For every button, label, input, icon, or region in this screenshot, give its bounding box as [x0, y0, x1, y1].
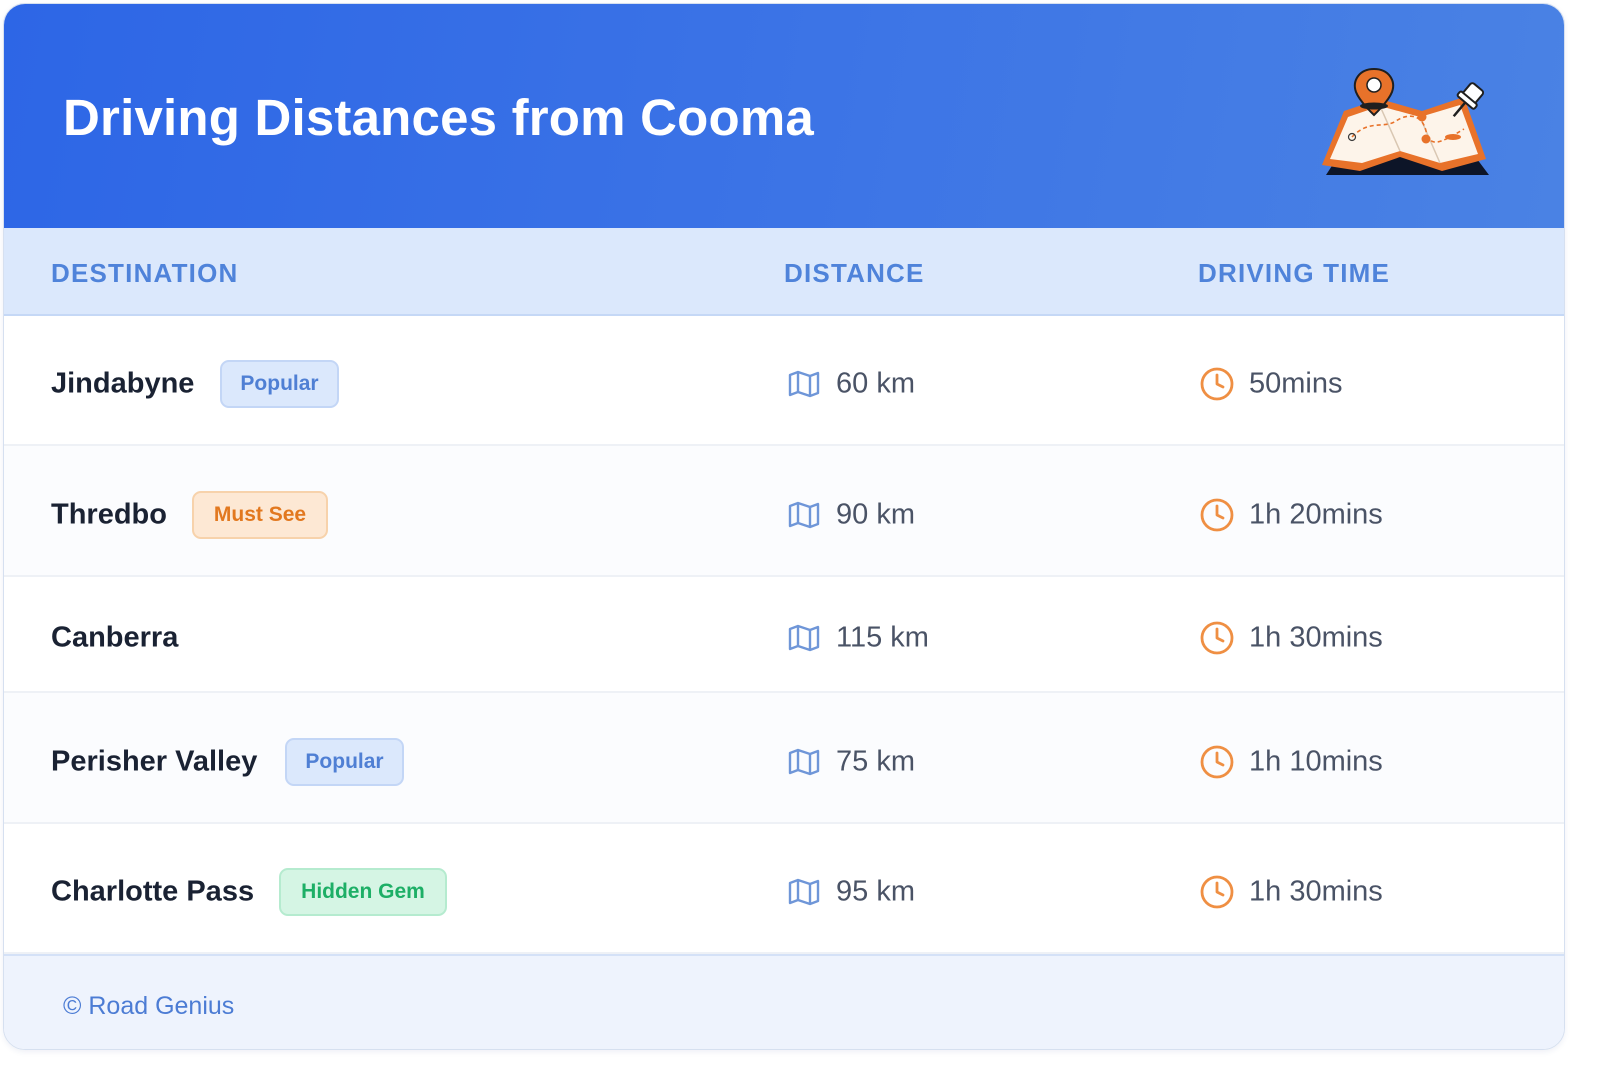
driving-time-value: 1h 30mins — [1249, 621, 1383, 654]
map-icon — [788, 624, 820, 652]
clock-icon — [1200, 875, 1234, 909]
driving-time-value: 50mins — [1249, 367, 1343, 400]
column-header-distance[interactable]: DISTANCE — [784, 258, 925, 289]
driving-time-value: 1h 30mins — [1249, 875, 1383, 908]
distance-value: 95 km — [836, 875, 915, 908]
badge-hidden-gem: Hidden Gem — [279, 868, 447, 916]
column-header-driving-time[interactable]: DRIVING TIME — [1198, 258, 1390, 289]
clock-icon — [1200, 367, 1234, 401]
destination-name: Canberra — [51, 621, 179, 654]
clock-icon — [1200, 621, 1234, 655]
badge-popular: Popular — [285, 738, 404, 786]
card-footer: © Road Genius — [4, 954, 1564, 1049]
map-icon — [788, 501, 820, 529]
table-row[interactable]: Thredbo Must See 90 km 1h 20mins — [4, 446, 1564, 577]
badge-must-see: Must See — [192, 491, 328, 539]
destination-name: Charlotte Pass — [51, 875, 255, 908]
clock-icon — [1200, 745, 1234, 779]
distance-value: 75 km — [836, 745, 915, 778]
table-row[interactable]: Canberra 115 km 1h 30mins — [4, 577, 1564, 693]
table-header: DESTINATION DISTANCE DRIVING TIME — [4, 228, 1564, 316]
destination-name: Jindabyne — [51, 367, 195, 400]
column-header-destination[interactable]: DESTINATION — [51, 258, 239, 289]
driving-time-value: 1h 20mins — [1249, 498, 1383, 531]
map-icon — [788, 370, 820, 398]
clock-icon — [1200, 498, 1234, 532]
distance-value: 60 km — [836, 367, 915, 400]
destination-name: Thredbo — [51, 498, 167, 531]
table-row[interactable]: Charlotte Pass Hidden Gem 95 km 1h 30min… — [4, 824, 1564, 954]
destination-name: Perisher Valley — [51, 745, 258, 778]
table-row[interactable]: Perisher Valley Popular 75 km 1h 10mins — [4, 693, 1564, 824]
page-title: Driving Distances from Cooma — [63, 89, 814, 146]
map-pin-illustration-icon — [1322, 67, 1489, 175]
distance-value: 90 km — [836, 498, 915, 531]
map-icon — [788, 878, 820, 906]
distances-card: Driving Distances from Cooma DESTINATION… — [3, 3, 1565, 1050]
table-row[interactable]: Jindabyne Popular 60 km 50mins — [4, 316, 1564, 446]
footer-credit: © Road Genius — [63, 992, 235, 1020]
badge-popular: Popular — [220, 360, 339, 408]
map-icon — [788, 748, 820, 776]
driving-time-value: 1h 10mins — [1249, 745, 1383, 778]
distance-value: 115 km — [836, 621, 929, 654]
card-header: Driving Distances from Cooma — [4, 4, 1564, 228]
